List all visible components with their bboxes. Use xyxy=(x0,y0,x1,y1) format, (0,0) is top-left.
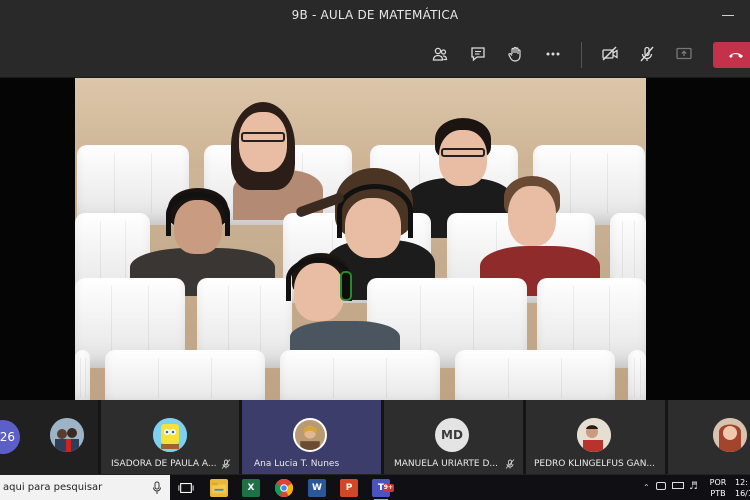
task-view-icon[interactable] xyxy=(177,479,195,497)
avatar xyxy=(577,418,611,452)
participant-name: PEDRO KLINGELFUS GAN... xyxy=(534,459,656,469)
participant-tile-active[interactable]: Ana Lucia T. Nunes xyxy=(242,400,381,474)
avatar xyxy=(50,418,84,452)
share-icon[interactable] xyxy=(671,41,697,67)
mic-muted-icon xyxy=(221,459,231,469)
volume-icon[interactable]: ♬ xyxy=(689,481,698,492)
toolbar-separator xyxy=(581,42,582,68)
battery-icon[interactable] xyxy=(672,482,684,489)
participant-tile[interactable]: ISADORA DE PAULA A... xyxy=(101,400,239,474)
teams-meeting-window: 9B - AULA DE MATEMÁTICA 26 ISADORA DE PA… xyxy=(0,0,750,500)
seat xyxy=(455,350,615,400)
taskbar-clock[interactable]: 12: 16/1 xyxy=(735,477,750,500)
seat xyxy=(628,350,646,400)
chevron-up-icon[interactable]: ⌃ xyxy=(643,483,650,492)
word-icon[interactable]: W xyxy=(308,479,326,497)
participant-tile[interactable]: PEDRO KLINGELFUS GAN... xyxy=(526,400,665,474)
avatar-initials: MD xyxy=(435,418,469,452)
title-bar: 9B - AULA DE MATEMÁTICA xyxy=(0,0,750,32)
chat-icon[interactable] xyxy=(465,41,491,67)
together-mode-video xyxy=(75,78,646,400)
language-code: POR xyxy=(709,478,727,487)
participant-tile[interactable]: MD MANUELA URIARTE D... xyxy=(384,400,523,474)
participants-strip: 26 ISADORA DE PAULA A... Ana Lucia T. Nu… xyxy=(0,400,750,474)
clock-time: 12: xyxy=(735,478,748,487)
language-indicator[interactable]: POR PTB xyxy=(705,477,731,500)
system-tray: ⌃ ♬ xyxy=(638,475,708,500)
avatar xyxy=(293,418,327,452)
hang-up-icon xyxy=(729,53,743,58)
search-placeholder: aqui para pesquisar xyxy=(3,482,103,493)
taskbar-search-box[interactable]: aqui para pesquisar xyxy=(0,475,170,500)
participant-tile[interactable]: 26 xyxy=(0,400,98,474)
teams-notification-badge: 9+ xyxy=(382,484,394,492)
meeting-toolbar xyxy=(0,32,750,78)
participant-name: MANUELA URIARTE D... xyxy=(394,459,498,469)
file-explorer-icon[interactable] xyxy=(210,479,228,497)
network-icon[interactable] xyxy=(656,482,666,490)
camera-off-icon[interactable] xyxy=(597,41,623,67)
more-icon[interactable] xyxy=(540,41,566,67)
clock-date: 16/1 xyxy=(735,489,750,498)
powerpoint-icon[interactable]: P xyxy=(340,479,358,497)
hang-up-button[interactable] xyxy=(713,42,750,68)
window-title: 9B - AULA DE MATEMÁTICA xyxy=(291,8,459,22)
video-stage xyxy=(0,78,750,400)
avatar xyxy=(713,418,747,452)
keyboard-layout: PTB xyxy=(710,489,726,498)
participant-video xyxy=(280,253,400,361)
microphone-icon[interactable] xyxy=(152,481,162,495)
mic-off-icon[interactable] xyxy=(634,41,660,67)
raise-hand-icon[interactable] xyxy=(502,41,528,67)
seat xyxy=(75,350,90,400)
minimize-icon[interactable] xyxy=(722,15,734,16)
mic-muted-icon xyxy=(505,459,515,469)
participant-tile[interactable] xyxy=(668,400,750,474)
teams-icon[interactable]: T 9+ xyxy=(372,479,394,500)
overflow-count-badge[interactable]: 26 xyxy=(0,420,20,454)
participant-name: Ana Lucia T. Nunes xyxy=(254,459,340,469)
windows-taskbar: aqui para pesquisar X W P T 9+ ⌃ ♬ POR P… xyxy=(0,474,750,500)
seat xyxy=(280,350,440,400)
participants-icon[interactable] xyxy=(427,41,453,67)
chrome-icon[interactable] xyxy=(275,479,293,497)
seat xyxy=(105,350,265,400)
avatar xyxy=(153,418,187,452)
excel-icon[interactable]: X xyxy=(242,479,260,497)
participant-name: ISADORA DE PAULA A... xyxy=(111,459,216,469)
